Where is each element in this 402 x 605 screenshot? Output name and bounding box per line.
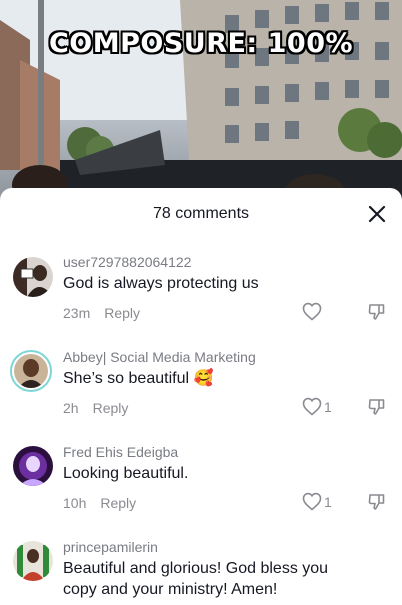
comment-text: God is always protecting us xyxy=(63,275,259,292)
comment-time: 10h xyxy=(63,495,87,511)
comment-text: She’s so beautiful 🥰 xyxy=(63,368,213,389)
comment-username[interactable]: Fred Ehis Edeigba xyxy=(63,444,178,460)
comment-username[interactable]: Abbey| Social Media Marketing xyxy=(63,349,256,365)
thumbs-down-icon[interactable] xyxy=(367,397,387,417)
thumbs-down-icon[interactable] xyxy=(367,302,387,322)
smiling-face-hearts-emoji: 🥰 xyxy=(193,370,214,387)
reply-button[interactable]: Reply xyxy=(100,495,136,511)
avatar[interactable] xyxy=(13,257,53,297)
like-button[interactable]: 1 xyxy=(302,492,332,511)
comment-meta: 10h Reply xyxy=(63,495,136,511)
comments-sheet: 78 comments user7297882064122 God is alw… xyxy=(0,188,402,605)
comment-time: 2h xyxy=(63,400,79,416)
comment-username[interactable]: princepamilerin xyxy=(63,539,158,555)
comment-text: Beautiful and glorious! God bless you xyxy=(63,560,329,577)
comments-header: 78 comments xyxy=(0,188,402,240)
comment-text-line-2: copy and your ministry! Amen! xyxy=(63,581,278,598)
video-player[interactable]: COMPOSURE: 100% xyxy=(0,0,402,200)
comment-text: Looking beautiful. xyxy=(63,465,189,482)
heart-icon xyxy=(302,397,322,416)
thumbs-down-icon[interactable] xyxy=(367,492,387,512)
comment-time: 23m xyxy=(63,305,91,321)
avatar[interactable] xyxy=(13,541,53,581)
reply-button[interactable]: Reply xyxy=(93,400,129,416)
like-button[interactable]: 1 xyxy=(302,397,332,416)
like-button[interactable] xyxy=(302,302,324,321)
close-icon[interactable] xyxy=(368,205,386,223)
video-caption-overlay: COMPOSURE: 100% xyxy=(48,28,354,59)
avatar[interactable] xyxy=(13,446,53,486)
like-count: 1 xyxy=(324,398,332,415)
heart-icon xyxy=(302,302,322,321)
comment-text-body: She’s so beautiful xyxy=(63,370,190,387)
like-count: 1 xyxy=(324,493,332,510)
avatar[interactable] xyxy=(10,350,52,392)
comment-meta: 2h Reply xyxy=(63,400,128,416)
comment-username[interactable]: user7297882064122 xyxy=(63,254,191,270)
heart-icon xyxy=(302,492,322,511)
comment-meta: 23m Reply xyxy=(63,305,140,321)
comments-count-title: 78 comments xyxy=(152,205,250,222)
reply-button[interactable]: Reply xyxy=(104,305,140,321)
